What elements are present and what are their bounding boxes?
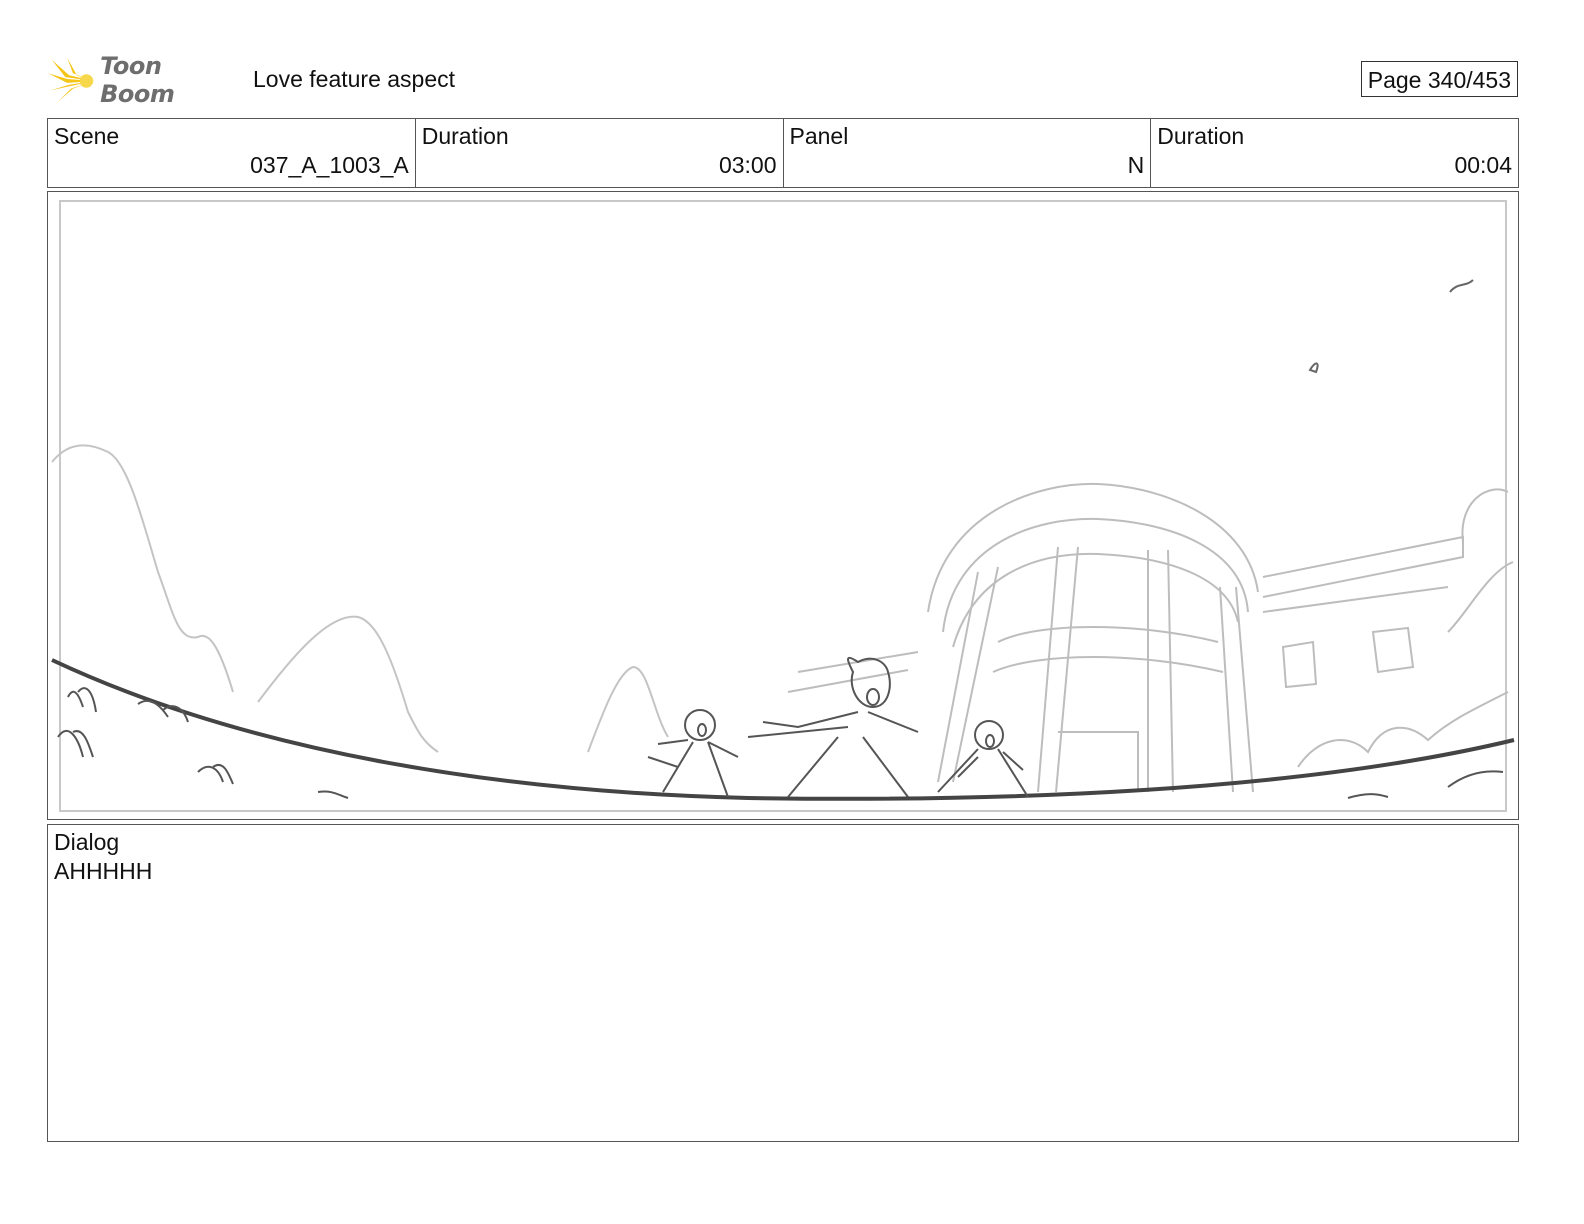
scene-value: 037_A_1003_A: [250, 152, 409, 178]
scene-info-table: Scene 037_A_1003_A Duration 03:00 Panel …: [47, 118, 1519, 188]
page-indicator: Page 340/453: [1360, 61, 1518, 97]
panel-duration-value: 00:04: [1454, 152, 1512, 178]
dialog-label: Dialog: [54, 829, 120, 855]
storyboard-panel: [47, 191, 1519, 820]
safe-frame: [59, 200, 1507, 812]
scene-duration-label: Duration: [421, 123, 509, 149]
birds-sketch: [1308, 279, 1474, 374]
grass-sketch: [57, 687, 1504, 799]
page-header: Toon Boom Love feature aspect Page 340/4…: [48, 52, 1520, 108]
scene-label: Scene: [54, 123, 120, 149]
document-title: Love feature aspect: [253, 66, 456, 92]
scene-cell: Scene 037_A_1003_A: [48, 119, 416, 187]
dialog-text: AHHHHH: [54, 858, 153, 884]
building-sketch: [787, 482, 1514, 793]
panel-duration-cell: Duration 00:04: [1151, 119, 1518, 187]
mountains-sketch: [51, 444, 669, 753]
panel-cell: Panel N: [784, 119, 1152, 187]
starburst-icon: [48, 57, 95, 103]
panel-label: Panel: [789, 123, 849, 149]
toon-boom-logo: Toon Boom: [48, 52, 238, 108]
panel-value: N: [1127, 152, 1145, 178]
logo-wordmark: Toon Boom: [100, 52, 175, 108]
panel-sketch: [51, 200, 1515, 812]
scene-duration-cell: Duration 03:00: [416, 119, 784, 187]
scene-duration-value: 03:00: [718, 152, 777, 178]
panel-duration-label: Duration: [1157, 123, 1245, 149]
ground-line: [51, 658, 1515, 801]
characters-sketch: [647, 656, 1029, 798]
dialog-box: Dialog AHHHHH: [47, 824, 1519, 1142]
